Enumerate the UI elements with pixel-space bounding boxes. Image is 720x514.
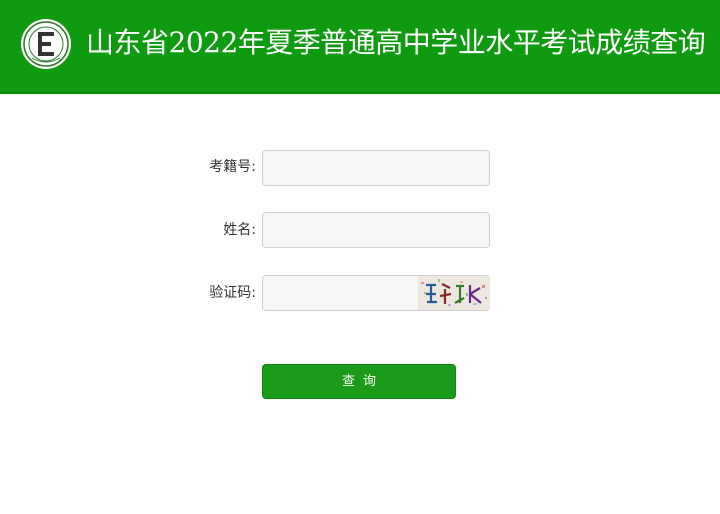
exam-number-label: 考籍号:	[209, 159, 256, 175]
name-input[interactable]	[262, 212, 490, 248]
name-label: 姓名:	[223, 222, 256, 238]
query-button[interactable]: 查询	[262, 364, 456, 399]
exam-number-input[interactable]	[262, 150, 490, 186]
school-emblem-icon	[21, 19, 71, 69]
page-header: 山东省2022年夏季普通高中学业水平考试成绩查询	[0, 0, 720, 94]
captcha-image[interactable]	[418, 276, 490, 310]
page-title: 山东省2022年夏季普通高中学业水平考试成绩查询	[86, 26, 706, 59]
captcha-label: 验证码:	[209, 285, 256, 301]
